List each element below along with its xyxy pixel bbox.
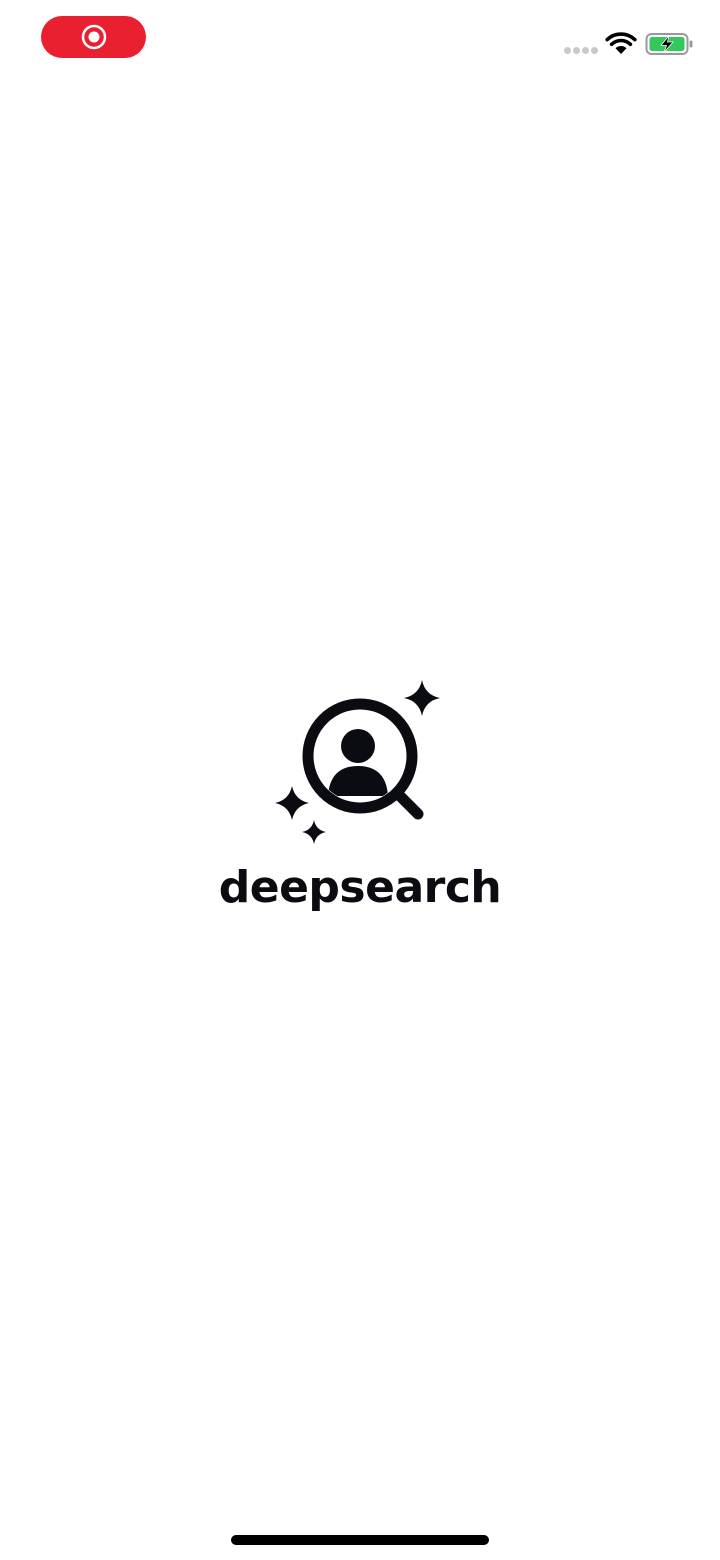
person-search-sparkles-icon: [275, 680, 440, 844]
splash-screen: deepsearch: [0, 0, 720, 1560]
cellular-signal-icon: [564, 47, 598, 55]
brand-name: deepsearch: [218, 862, 502, 913]
battery-charging-icon: [645, 33, 693, 55]
wifi-icon: [605, 32, 637, 54]
home-indicator[interactable]: [231, 1535, 489, 1545]
status-bar: [0, 0, 720, 90]
screen-recording-indicator[interactable]: [41, 16, 146, 58]
screen-record-icon: [81, 24, 106, 50]
